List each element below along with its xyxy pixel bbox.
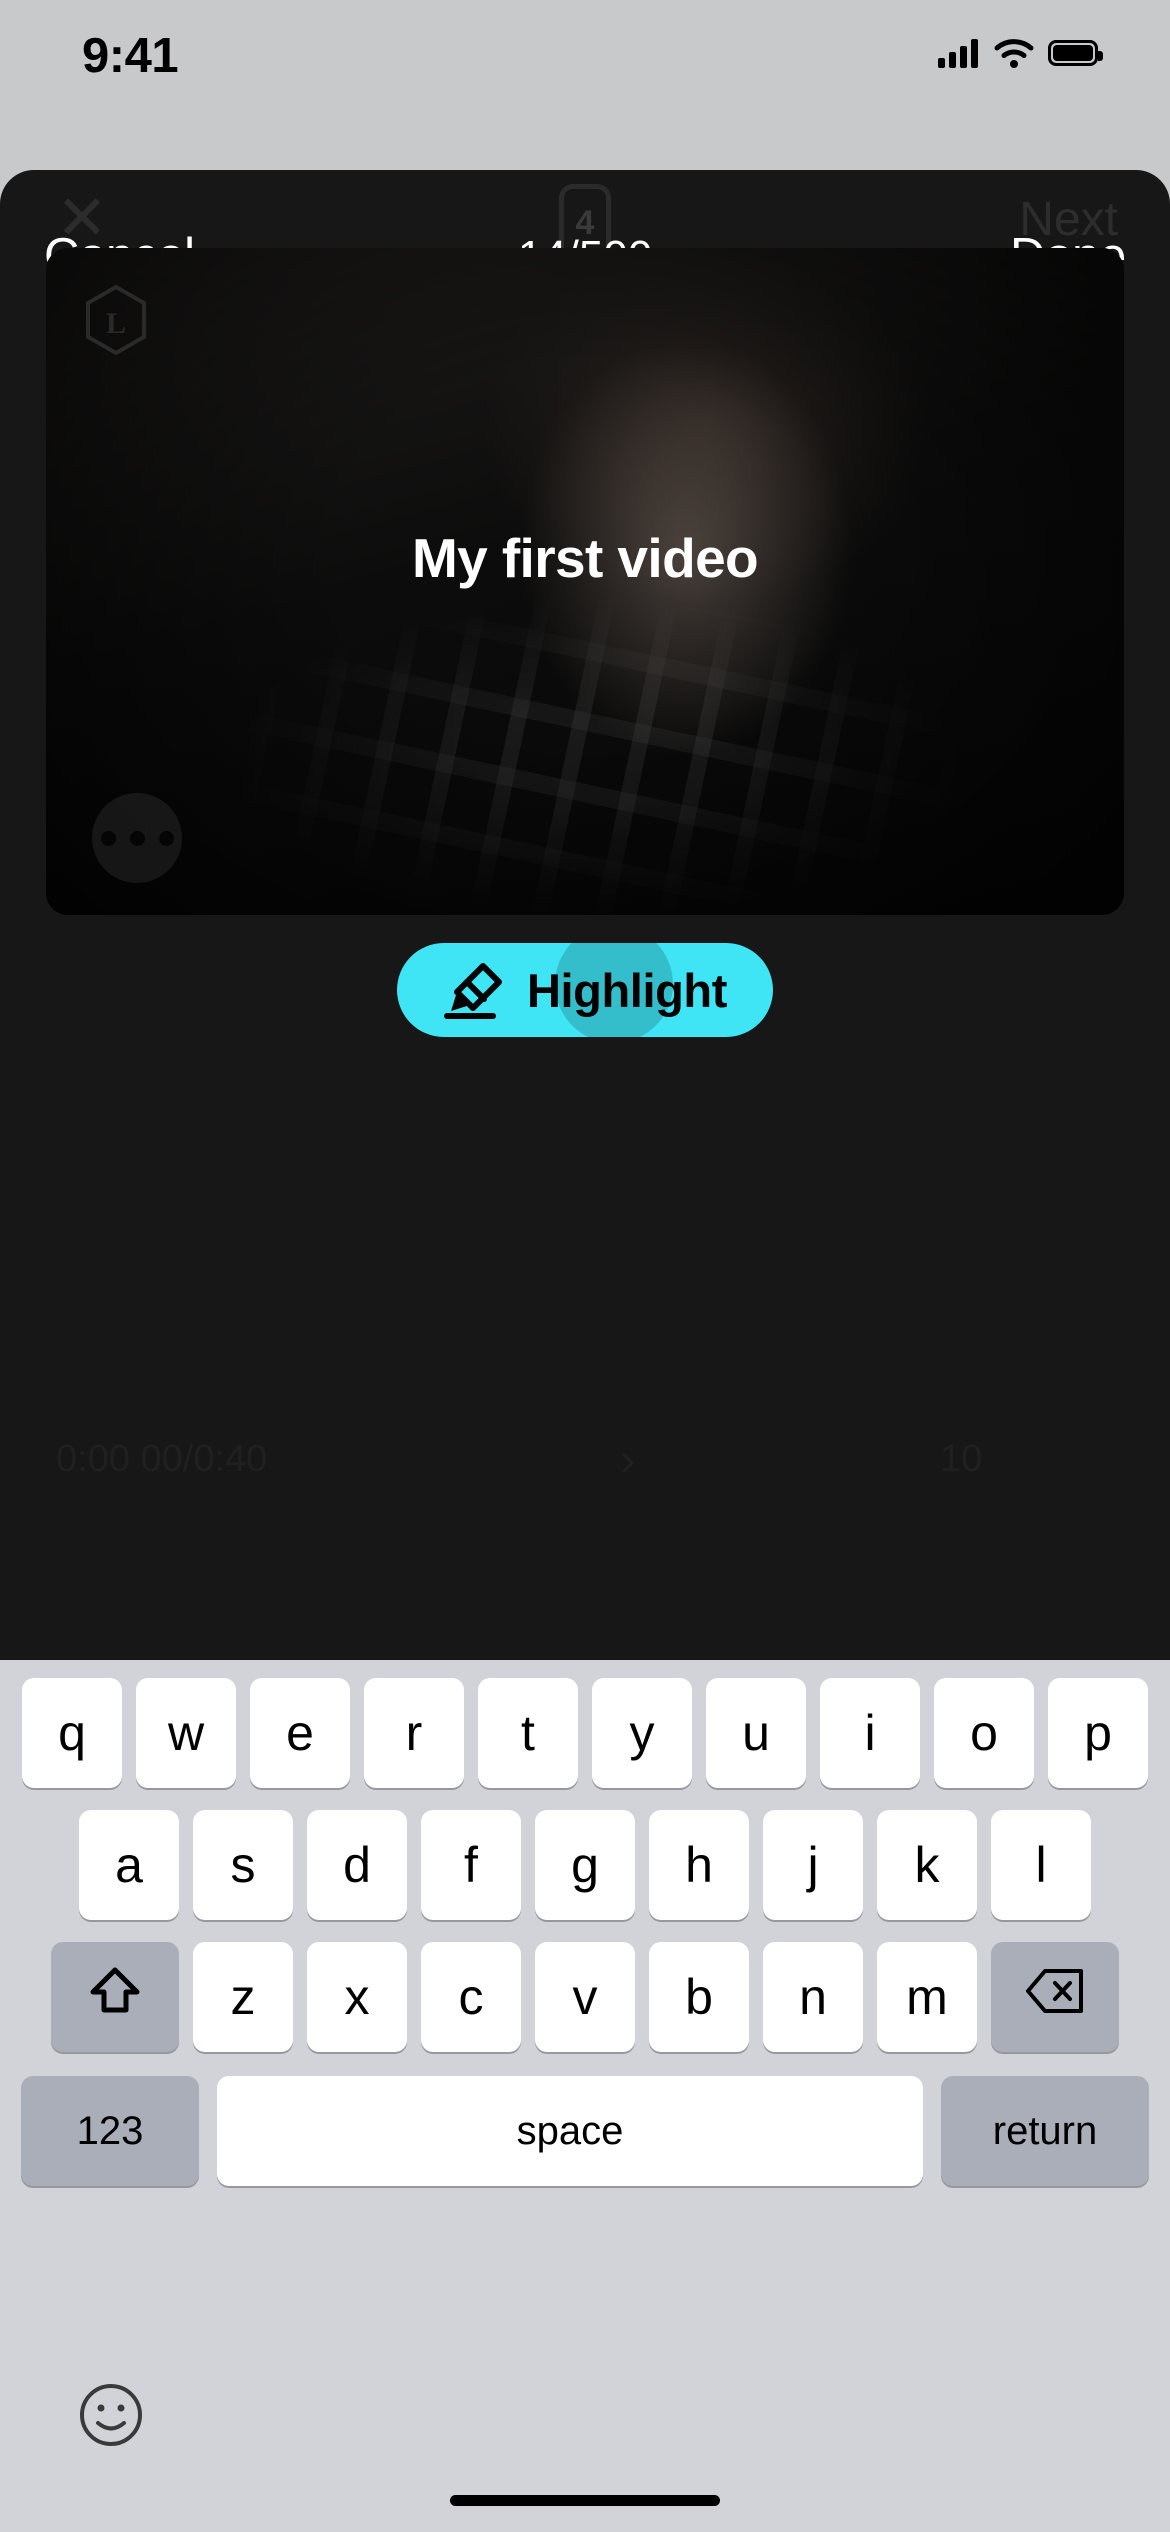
hexagon-l-logo-icon: L [84, 284, 148, 356]
key-y[interactable]: y [592, 1678, 692, 1788]
key-d[interactable]: d [307, 1810, 407, 1920]
timeline-chevron-icon: › [620, 1433, 636, 1485]
ellipsis-dot [158, 830, 174, 846]
backspace-key[interactable] [991, 1942, 1119, 2052]
wifi-icon [994, 38, 1034, 68]
key-k[interactable]: k [877, 1810, 977, 1920]
key-c[interactable]: c [421, 1942, 521, 2052]
key-g[interactable]: g [535, 1810, 635, 1920]
key-j[interactable]: j [763, 1810, 863, 1920]
key-f[interactable]: f [421, 1810, 521, 1920]
return-key[interactable]: return [941, 2076, 1149, 2186]
timeline-strip: 0:00 00/0:40 › 10 [0, 1433, 1170, 1498]
key-e[interactable]: e [250, 1678, 350, 1788]
marker-pen-icon [443, 961, 505, 1019]
key-q[interactable]: q [22, 1678, 122, 1788]
ellipsis-dot [100, 830, 116, 846]
timeline-end-value: 10 [940, 1438, 983, 1480]
key-b[interactable]: b [649, 1942, 749, 2052]
shift-key[interactable] [51, 1942, 179, 2052]
keyboard-row-1: q w e r t y u i o p [0, 1678, 1170, 1788]
key-n[interactable]: n [763, 1942, 863, 2052]
key-s[interactable]: s [193, 1810, 293, 1920]
space-key[interactable]: space [217, 2076, 923, 2186]
status-bar-indicators [938, 32, 1103, 74]
key-i[interactable]: i [820, 1678, 920, 1788]
cellular-signal-icon [938, 38, 978, 68]
key-t[interactable]: t [478, 1678, 578, 1788]
status-bar: 9:41 [0, 0, 1170, 170]
key-l[interactable]: l [991, 1810, 1091, 1920]
ellipsis-dot [129, 830, 145, 846]
key-w[interactable]: w [136, 1678, 236, 1788]
status-bar-time: 9:41 [82, 29, 179, 83]
keyboard-bottom-bar [0, 2372, 1170, 2532]
key-o[interactable]: o [934, 1678, 1034, 1788]
numbers-key[interactable]: 123 [21, 2076, 199, 2186]
keyboard-row-2: a s d f g h j k l [0, 1810, 1170, 1920]
battery-icon [1048, 40, 1103, 66]
key-r[interactable]: r [364, 1678, 464, 1788]
key-z[interactable]: z [193, 1942, 293, 2052]
highlight-button-row: Highlight [0, 930, 1170, 1050]
backspace-icon [1025, 1968, 1085, 2026]
shift-arrow-icon [89, 1964, 141, 2030]
highlight-button[interactable]: Highlight [396, 943, 773, 1037]
home-indicator [450, 2495, 720, 2506]
onscreen-keyboard: q w e r t y u i o p a s d f g h j k l z … [0, 1660, 1170, 2532]
emoji-smiley-icon[interactable] [78, 2382, 144, 2448]
keyboard-row-4: 123 space return [0, 2076, 1170, 2186]
timeline-current-duration: 0:00 00/0:40 [56, 1438, 268, 1480]
key-v[interactable]: v [535, 1942, 635, 2052]
key-u[interactable]: u [706, 1678, 806, 1788]
svg-text:L: L [106, 307, 126, 340]
key-h[interactable]: h [649, 1810, 749, 1920]
key-x[interactable]: x [307, 1942, 407, 2052]
video-preview-card[interactable]: L My first video [46, 248, 1124, 915]
highlight-button-label: Highlight [526, 963, 727, 1017]
composer-modal: ✕ 4 Next Cancel 14/500 Done L My first v… [0, 170, 1170, 1660]
key-p[interactable]: p [1048, 1678, 1148, 1788]
key-m[interactable]: m [877, 1942, 977, 2052]
key-a[interactable]: a [79, 1810, 179, 1920]
video-title-text: My first video [411, 527, 759, 589]
keyboard-row-3: z x c v b n m [0, 1942, 1170, 2052]
more-options-button[interactable] [92, 793, 182, 883]
